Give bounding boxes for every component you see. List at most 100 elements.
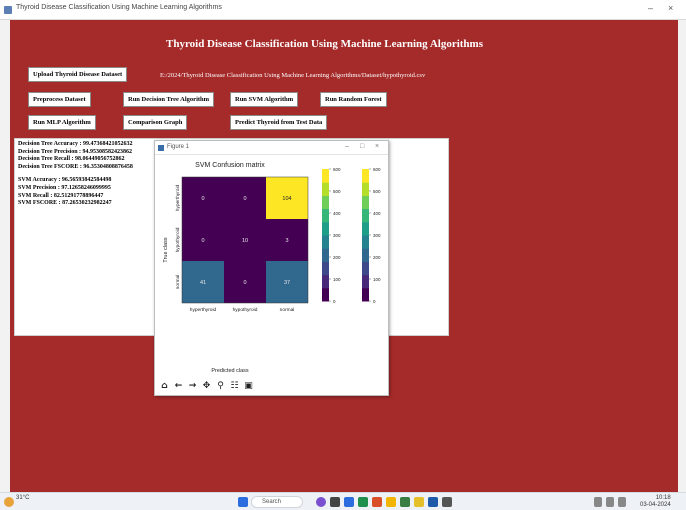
cell-value-label: 41 (200, 280, 206, 286)
colorbar-segment (362, 287, 369, 302)
colorbar-segment (322, 208, 329, 223)
taskbar-clock[interactable]: 10:18 03-04-2024 (640, 495, 671, 509)
run-decision-tree-button[interactable]: Run Decision Tree Algorithm (123, 92, 215, 107)
close-button[interactable]: × (668, 3, 673, 13)
colorbar-segment (322, 261, 329, 276)
colorbar-tick-label: 600 (373, 167, 381, 172)
configure-subplots-icon[interactable]: ☷ (229, 381, 240, 392)
confusion-matrix-chart: SVM Confusion matrix Predicted class Tru… (163, 162, 381, 374)
minimize-button[interactable]: – (648, 3, 653, 13)
colorbar-tick-label: 200 (333, 255, 341, 260)
copilot-icon[interactable] (316, 497, 326, 507)
figure-window: Figure 1 – □ × SVM Confusion matrix Pred… (154, 140, 389, 396)
colorbar-tick-label: 100 (373, 277, 381, 282)
volume-icon[interactable] (606, 497, 614, 507)
weather-icon[interactable] (4, 497, 14, 507)
colorbar-tick-label: 200 (373, 255, 381, 260)
colorbar-tick-label: 500 (333, 189, 341, 194)
back-arrow-icon[interactable]: ← (173, 381, 184, 392)
y-axis-label: True class (163, 237, 169, 262)
figure-toolbar: ⌂ ← → ✥ ⚲ ☷ ▣ (159, 379, 254, 393)
colorbar-segment (362, 195, 369, 210)
figure-titlebar: Figure 1 – □ × (155, 141, 388, 155)
figure-minimize-button[interactable]: – (345, 143, 349, 150)
cell-value-label: 0 (243, 280, 246, 286)
cell-value-label: 0 (243, 196, 246, 202)
colorbar-tick-label: 400 (333, 211, 341, 216)
python-icon[interactable] (400, 497, 410, 507)
folder-icon[interactable] (414, 497, 424, 507)
colorbar-segment (362, 208, 369, 223)
comparison-graph-button[interactable]: Comparison Graph (123, 115, 188, 130)
window-title: Thyroid Disease Classification Using Mac… (16, 4, 222, 11)
store-icon[interactable] (358, 497, 368, 507)
run-random-forest-button[interactable]: Run Random Forest (320, 92, 387, 107)
window-titlebar: Thyroid Disease Classification Using Mac… (0, 0, 686, 20)
home-icon[interactable]: ⌂ (159, 381, 170, 392)
x-tick-label: hypothyroid (233, 307, 258, 313)
chrome-icon[interactable] (372, 497, 382, 507)
save-figure-icon[interactable]: ▣ (243, 381, 254, 392)
taskbar: 31°C Search 10:18 03-04-2024 (0, 492, 686, 510)
run-svm-button[interactable]: Run SVM Algorithm (230, 92, 299, 107)
chart-title: SVM Confusion matrix (195, 162, 265, 169)
figure-app-icon (158, 145, 164, 151)
app-title: Thyroid Disease Classification Using Mac… (166, 38, 483, 50)
colorbar-segment (322, 169, 329, 183)
cell-value-label: 3 (285, 238, 288, 244)
terminal-icon[interactable] (428, 497, 438, 507)
run-mlp-button[interactable]: Run MLP Algorithm (28, 115, 96, 130)
x-axis-label: Predicted class (211, 368, 249, 374)
colorbar-segment (322, 182, 329, 196)
clock-time: 10:18 (655, 495, 671, 501)
clock-date: 03-04-2024 (640, 502, 671, 508)
y-tick-label: hyperthyroid (175, 184, 181, 211)
task-view-icon[interactable] (330, 497, 340, 507)
app-icon-taskbar[interactable] (442, 497, 452, 507)
upload-dataset-button[interactable]: Upload Thyroid Disease Dataset (28, 67, 128, 82)
pan-icon[interactable]: ✥ (201, 381, 212, 392)
colorbar-tick-label: 300 (373, 233, 381, 238)
colorbar-segment (322, 235, 329, 249)
cell-value-label: 0 (201, 238, 204, 244)
colorbar-segment (362, 235, 369, 249)
colorbar-segment (322, 287, 329, 302)
predict-test-data-button[interactable]: Predict Thyroid from Test Data (230, 115, 328, 130)
colorbar-tick-label: 300 (333, 233, 341, 238)
colorbar-segment (362, 261, 369, 276)
colorbar-tick-label: 100 (333, 277, 341, 282)
colorbar-segment (362, 248, 369, 262)
app-icon (4, 6, 12, 14)
edge-icon[interactable] (344, 497, 354, 507)
zoom-icon[interactable]: ⚲ (215, 381, 226, 392)
file-explorer-icon[interactable] (386, 497, 396, 507)
dataset-path-label: E:/2024/Thyroid Disease Classification U… (160, 72, 426, 79)
battery-icon[interactable] (618, 497, 626, 507)
start-icon[interactable] (238, 497, 248, 507)
weather-label: 31°C (16, 495, 30, 501)
colorbar-segment (322, 221, 329, 236)
network-icon[interactable] (594, 497, 602, 507)
colorbar-segment (362, 274, 369, 289)
forward-arrow-icon[interactable]: → (187, 381, 198, 392)
preprocess-dataset-button[interactable]: Preprocess Dataset (28, 92, 91, 107)
cell-value-label: 104 (282, 196, 291, 202)
cell-value-label: 0 (201, 196, 204, 202)
colorbar-segment (362, 169, 369, 183)
y-tick-label: hypothyroid (175, 227, 181, 252)
colorbar-tick-label: 0 (333, 299, 336, 304)
colorbar-segment (362, 182, 369, 196)
x-tick-label: hyperthyroid (190, 307, 217, 313)
y-tick-label: normal (175, 275, 181, 290)
colorbar-tick-label: 600 (333, 167, 341, 172)
colorbar-segment (322, 248, 329, 262)
colorbar-tick-label: 500 (373, 189, 381, 194)
taskbar-search[interactable]: Search (251, 496, 303, 508)
colorbar-tick-label: 0 (373, 299, 376, 304)
colorbar-segment (322, 195, 329, 210)
colorbar-segment (362, 221, 369, 236)
figure-title: Figure 1 (167, 144, 190, 150)
figure-maximize-button[interactable]: □ (360, 143, 364, 150)
cell-value-label: 10 (242, 238, 248, 244)
figure-close-button[interactable]: × (375, 143, 379, 150)
